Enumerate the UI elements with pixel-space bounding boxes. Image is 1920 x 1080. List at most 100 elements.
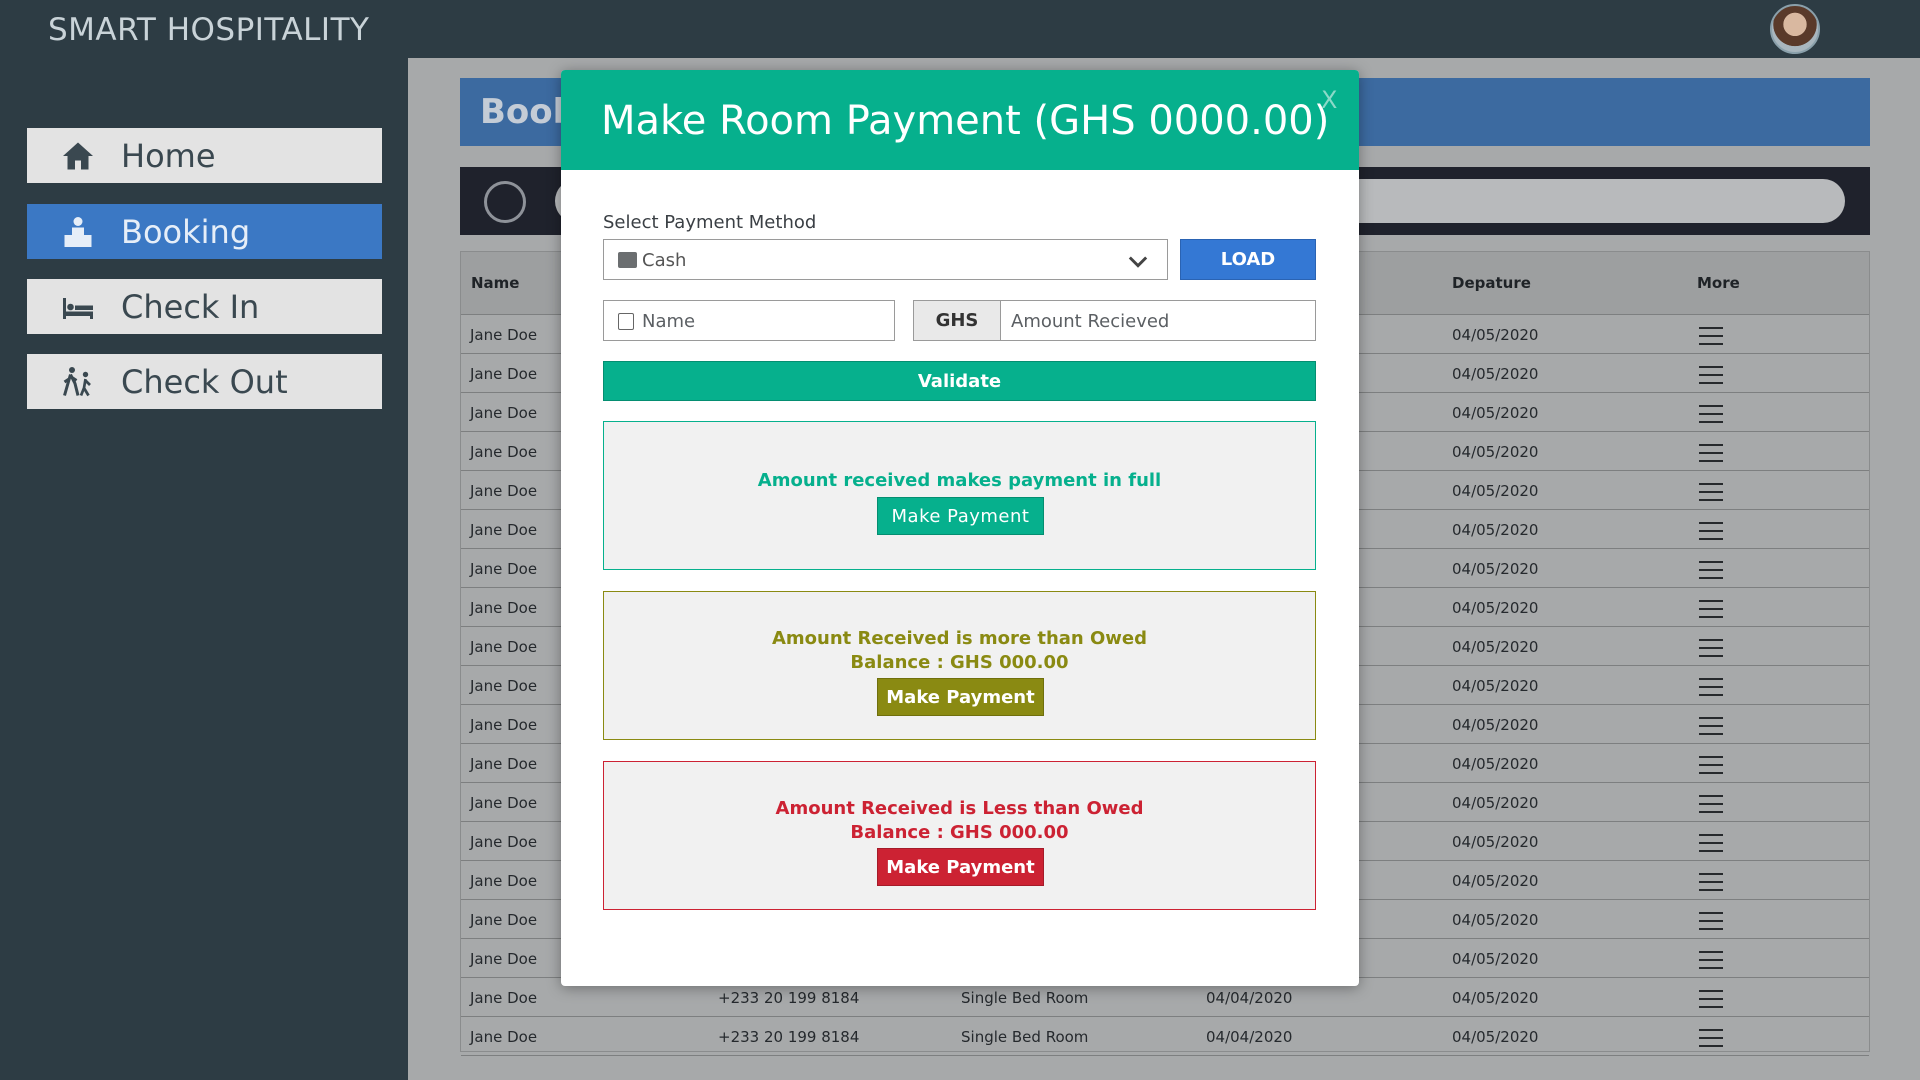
overpayment-text: Amount Received is more than Owed — [771, 628, 1148, 649]
cell-name: Jane Doe — [470, 989, 538, 1007]
cell-departure: 04/05/2020 — [1452, 599, 1539, 617]
column-header-departure[interactable]: Depature — [1452, 274, 1531, 292]
user-avatar[interactable] — [1770, 4, 1820, 54]
more-menu-icon[interactable] — [1699, 951, 1723, 969]
cell-departure: 04/05/2020 — [1452, 1028, 1539, 1046]
sidebar-item-label: Home — [121, 136, 216, 175]
cell-departure: 04/05/2020 — [1452, 326, 1539, 344]
payment-method-label: Select Payment Method — [603, 212, 817, 233]
more-menu-icon[interactable] — [1699, 561, 1723, 579]
bed-icon — [49, 287, 107, 327]
column-header-name[interactable]: Name — [471, 274, 519, 292]
more-menu-icon[interactable] — [1699, 600, 1723, 618]
cell-name: Jane Doe — [470, 716, 538, 734]
walking-person-icon — [49, 362, 107, 402]
home-icon — [49, 136, 107, 176]
app-title: SMART HOSPITALITY — [48, 12, 370, 48]
cell-room: Single Bed Room — [961, 1028, 1089, 1046]
underpayment-balance: Balance : GHS 000.00 — [850, 822, 1069, 843]
cell-name: Jane Doe — [470, 482, 538, 500]
validate-button[interactable]: Validate — [603, 361, 1316, 401]
cell-name: Jane Doe — [470, 911, 538, 929]
more-menu-icon[interactable] — [1699, 327, 1723, 345]
more-menu-icon[interactable] — [1699, 834, 1723, 852]
more-menu-icon[interactable] — [1699, 990, 1723, 1008]
make-payment-full-button[interactable]: Make Payment — [877, 497, 1044, 535]
reception-desk-icon — [49, 212, 107, 252]
more-menu-icon[interactable] — [1699, 522, 1723, 540]
cell-arrival: 04/04/2020 — [1206, 1028, 1293, 1046]
more-menu-icon[interactable] — [1699, 717, 1723, 735]
cell-departure: 04/05/2020 — [1452, 716, 1539, 734]
wallet-icon — [618, 252, 637, 268]
more-menu-icon[interactable] — [1699, 873, 1723, 891]
cell-name: Jane Doe — [470, 872, 538, 890]
more-menu-icon[interactable] — [1699, 483, 1723, 501]
load-button[interactable]: LOAD — [1180, 239, 1316, 280]
full-payment-message: Amount received makes payment in full — [757, 470, 1162, 491]
sidebar-item-home[interactable]: Home — [27, 128, 382, 183]
overpayment-message: Amount Received is more than Owed Balanc… — [604, 627, 1315, 675]
cell-name: Jane Doe — [470, 950, 538, 968]
cell-departure: 04/05/2020 — [1452, 794, 1539, 812]
cell-departure: 04/05/2020 — [1452, 677, 1539, 695]
column-header-more: More — [1697, 274, 1740, 292]
cell-arrival: 04/04/2020 — [1206, 989, 1293, 1007]
cell-departure: 04/05/2020 — [1452, 911, 1539, 929]
amount-input[interactable] — [1011, 311, 1301, 332]
more-menu-icon[interactable] — [1699, 912, 1723, 930]
amount-field[interactable] — [1000, 300, 1316, 341]
cell-room: Single Bed Room — [961, 989, 1089, 1007]
cell-departure: 04/05/2020 — [1452, 755, 1539, 773]
sidebar-item-check-out[interactable]: Check Out — [27, 354, 382, 409]
payment-method-select[interactable]: Cash — [603, 239, 1168, 280]
cell-phone: +233 20 199 8184 — [718, 989, 860, 1007]
make-payment-less-button[interactable]: Make Payment — [877, 848, 1044, 886]
payment-method-value: Cash — [642, 250, 687, 271]
more-menu-icon[interactable] — [1699, 639, 1723, 657]
table-row: Jane Doe +233 20 199 8184 Single Bed Room 0… — [461, 1017, 1869, 1056]
cell-name: Jane Doe — [470, 443, 538, 461]
cell-name: Jane Doe — [470, 365, 538, 383]
more-menu-icon[interactable] — [1699, 444, 1723, 462]
overpayment-balance: Balance : GHS 000.00 — [850, 652, 1069, 673]
more-menu-icon[interactable] — [1699, 795, 1723, 813]
cell-departure: 04/05/2020 — [1452, 521, 1539, 539]
cell-departure: 04/05/2020 — [1452, 950, 1539, 968]
more-menu-icon[interactable] — [1699, 405, 1723, 423]
more-menu-icon[interactable] — [1699, 756, 1723, 774]
currency-prefix: GHS — [913, 300, 1001, 341]
person-icon — [618, 313, 634, 330]
cell-name: Jane Doe — [470, 404, 538, 422]
cell-name: Jane Doe — [470, 560, 538, 578]
more-menu-icon[interactable] — [1699, 1029, 1723, 1047]
name-field[interactable] — [603, 300, 895, 341]
sidebar-item-booking[interactable]: Booking — [27, 204, 382, 259]
chevron-down-icon — [1128, 256, 1148, 268]
close-button[interactable]: X — [1321, 86, 1337, 114]
cell-departure: 04/05/2020 — [1452, 872, 1539, 890]
cell-name: Jane Doe — [470, 326, 538, 344]
cell-name: Jane Doe — [470, 755, 538, 773]
modal-title: Make Room Payment (GHS 0000.00) — [601, 98, 1330, 144]
make-payment-more-button[interactable]: Make Payment — [877, 678, 1044, 716]
cell-name: Jane Doe — [470, 638, 538, 656]
cell-name: Jane Doe — [470, 521, 538, 539]
hotel-icon[interactable] — [484, 181, 526, 223]
more-menu-icon[interactable] — [1699, 678, 1723, 696]
cell-departure: 04/05/2020 — [1452, 989, 1539, 1007]
cell-name: Jane Doe — [470, 833, 538, 851]
overpayment-panel: Amount Received is more than Owed Balanc… — [603, 591, 1316, 740]
cell-phone: +233 20 199 8184 — [718, 1028, 860, 1046]
name-input[interactable] — [642, 311, 882, 332]
more-menu-icon[interactable] — [1699, 366, 1723, 384]
cell-departure: 04/05/2020 — [1452, 482, 1539, 500]
cell-departure: 04/05/2020 — [1452, 560, 1539, 578]
sidebar-item-label: Check Out — [121, 362, 288, 401]
underpayment-text: Amount Received is Less than Owed — [775, 798, 1144, 819]
cell-name: Jane Doe — [470, 599, 538, 617]
cell-name: Jane Doe — [470, 794, 538, 812]
payment-modal: Make Room Payment (GHS 0000.00) X Select… — [561, 70, 1359, 986]
sidebar-item-label: Booking — [121, 212, 251, 251]
sidebar-item-check-in[interactable]: Check In — [27, 279, 382, 334]
